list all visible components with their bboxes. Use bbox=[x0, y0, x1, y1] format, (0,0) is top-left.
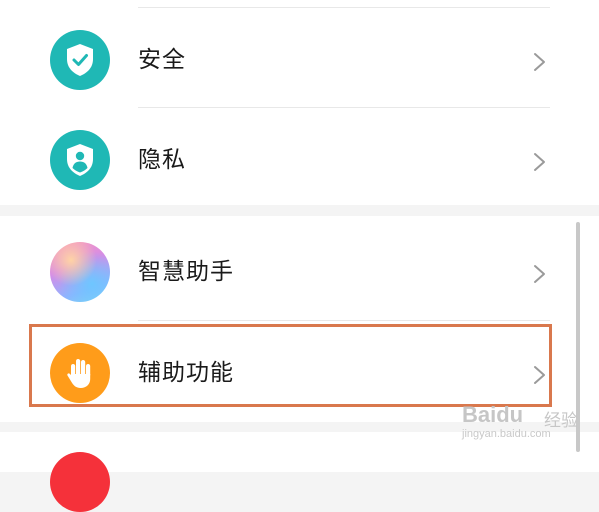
settings-item-label: 安全 bbox=[138, 47, 186, 73]
settings-item-privacy[interactable]: 隐私 bbox=[0, 108, 599, 208]
watermark-brand: Baidu bbox=[462, 402, 524, 427]
assistant-orb-icon bbox=[50, 242, 110, 302]
watermark-url: jingyan.baidu.com bbox=[462, 428, 551, 440]
highlight-box bbox=[29, 324, 552, 407]
chevron-right-icon bbox=[534, 153, 545, 171]
shield-check-icon bbox=[50, 30, 110, 90]
settings-item-security[interactable]: 安全 bbox=[0, 8, 599, 108]
shield-user-icon bbox=[50, 130, 110, 190]
chevron-right-icon bbox=[534, 53, 545, 71]
baidu-watermark: Baidu 经验 jingyan.baidu.com bbox=[462, 400, 592, 446]
app-icon-partial[interactable] bbox=[50, 452, 110, 512]
settings-group-security: 安全 隐私 bbox=[0, 0, 599, 205]
chevron-right-icon bbox=[534, 265, 545, 283]
settings-item-label: 隐私 bbox=[138, 147, 186, 173]
settings-item-label: 智慧助手 bbox=[138, 259, 234, 285]
settings-item-smart-assistant[interactable]: 智慧助手 bbox=[0, 220, 599, 320]
